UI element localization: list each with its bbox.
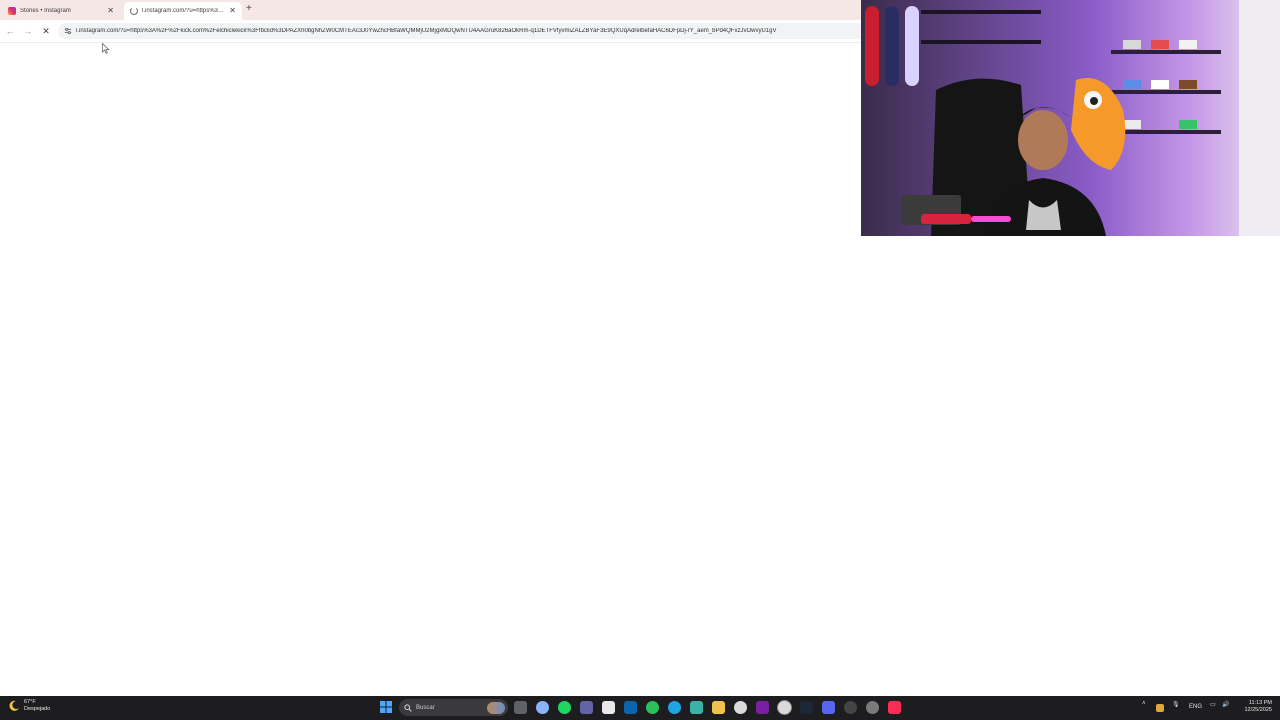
file-explorer-icon[interactable]	[712, 701, 725, 714]
microphone-icon[interactable]: 🎙	[1172, 701, 1180, 708]
discord-icon[interactable]	[822, 701, 835, 714]
close-icon: ✕	[42, 25, 50, 36]
tab-instagram-redirect[interactable]: l.instagram.com/?u=https%3A% ✕	[124, 2, 242, 20]
search-placeholder: Buscar	[416, 704, 435, 711]
clock-date: 12/25/2025	[1244, 707, 1272, 713]
address-bar[interactable]: l.instagram.com/?u=https%3A%2F%2Fkick.co…	[58, 23, 866, 39]
weather-temperature: 67°F	[24, 699, 36, 705]
tab-stories-instagram[interactable]: Stories • Instagram ✕	[2, 2, 120, 20]
clock-time: 11:13 PM	[1248, 700, 1272, 706]
tab-title: Stories • Instagram	[20, 8, 71, 14]
site-settings-icon[interactable]	[64, 27, 72, 35]
screen: Stories • Instagram ✕ l.instagram.com/?u…	[0, 0, 1280, 720]
app-icon[interactable]	[756, 701, 769, 714]
windows-start-icon[interactable]	[380, 701, 392, 713]
instagram-icon	[8, 7, 16, 15]
language-indicator[interactable]: ENG	[1189, 704, 1202, 710]
windows-taskbar: 67°F Despejado Buscar ˄ 🎙 ENG ▭ 🔊 11:13 …	[0, 696, 1280, 720]
teams-icon[interactable]	[580, 701, 593, 714]
taskbar-search-box[interactable]: Buscar	[399, 699, 508, 716]
arrow-left-icon: ←	[5, 26, 15, 36]
edge-icon[interactable]	[668, 701, 681, 714]
webcam-video-image	[861, 0, 1280, 236]
chevron-up-icon[interactable]: ˄	[1142, 701, 1146, 707]
outlook-icon[interactable]	[624, 701, 637, 714]
stop-loading-button[interactable]: ✕	[39, 24, 53, 38]
tray-app-icon[interactable]	[1156, 704, 1164, 712]
webcam-overlay	[861, 0, 1280, 236]
xbox-icon[interactable]	[646, 701, 659, 714]
monitor-icon[interactable]: ▭	[1210, 701, 1216, 708]
github-icon[interactable]	[844, 701, 857, 714]
store-icon[interactable]	[690, 701, 703, 714]
close-icon[interactable]: ✕	[107, 7, 114, 15]
search-highlight-icon	[487, 701, 505, 714]
moon-weather-icon	[9, 700, 19, 711]
arrow-right-icon: →	[23, 26, 33, 36]
back-button[interactable]: ←	[3, 24, 17, 38]
volume-icon[interactable]: 🔊	[1222, 701, 1229, 708]
tab-title: l.instagram.com/?u=https%3A%	[142, 8, 227, 14]
chrome-active-icon[interactable]	[778, 701, 791, 714]
forward-button[interactable]: →	[21, 24, 35, 38]
spotify-icon[interactable]	[558, 701, 571, 714]
calendar-icon[interactable]	[602, 701, 615, 714]
clock[interactable]: 11:13 PM 12/25/2025	[1236, 700, 1272, 714]
url-text: l.instagram.com/?u=https%3A%2F%2Fkick.co…	[76, 28, 777, 34]
copilot-icon[interactable]	[536, 701, 549, 714]
tiktok-icon[interactable]	[888, 701, 901, 714]
steam-icon[interactable]	[800, 701, 813, 714]
task-view-icon[interactable]	[514, 701, 527, 714]
new-tab-button[interactable]: +	[246, 3, 252, 14]
mouse-cursor-icon	[102, 43, 110, 54]
search-icon	[404, 703, 412, 712]
settings-gear-icon[interactable]	[866, 701, 879, 714]
close-icon[interactable]: ✕	[229, 7, 236, 15]
weather-widget[interactable]: 67°F Despejado	[8, 699, 50, 713]
loading-spinner-icon	[130, 7, 138, 15]
weather-condition: Despejado	[24, 706, 51, 712]
chrome-icon[interactable]	[734, 701, 747, 714]
